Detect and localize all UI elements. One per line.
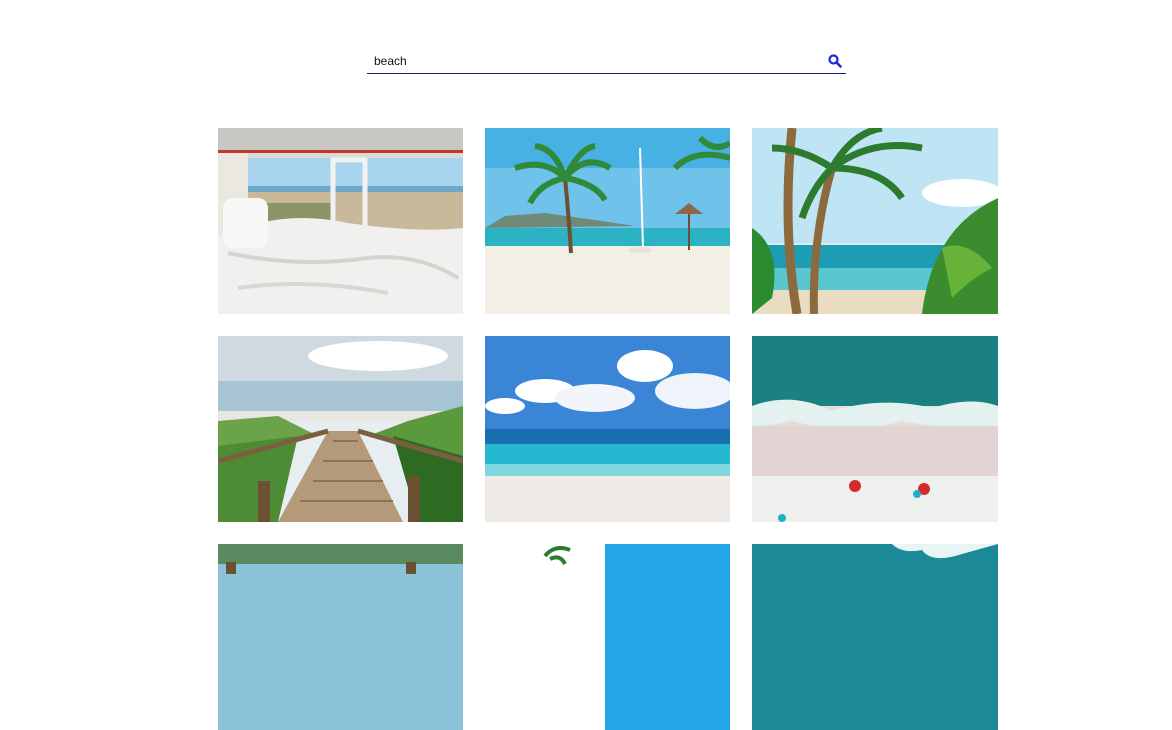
result-image-1[interactable]: [218, 128, 463, 314]
result-image-8[interactable]: [485, 544, 730, 730]
search-input[interactable]: [367, 50, 814, 72]
result-image-3[interactable]: [752, 128, 998, 314]
search-icon[interactable]: [828, 54, 842, 68]
leaning-palm-trees-image: [752, 128, 998, 314]
camper-van-bed-image: [218, 128, 463, 314]
beach-image-row3-2: [485, 544, 730, 730]
image-results-grid: [218, 128, 998, 730]
result-image-6[interactable]: [752, 336, 998, 522]
result-image-2[interactable]: [485, 128, 730, 314]
result-image-4[interactable]: [218, 336, 463, 522]
aerial-beach-image: [752, 336, 998, 522]
turquoise-sea-image: [485, 336, 730, 522]
boardwalk-beach-image: [218, 336, 463, 522]
search-bar: [367, 50, 846, 74]
palm-tree-beach-image: [485, 128, 730, 314]
beach-image-row3-3: [752, 544, 998, 730]
result-image-7[interactable]: [218, 544, 463, 730]
result-image-5[interactable]: [485, 336, 730, 522]
beach-image-row3-1: [218, 544, 463, 730]
result-image-9[interactable]: [752, 544, 998, 730]
